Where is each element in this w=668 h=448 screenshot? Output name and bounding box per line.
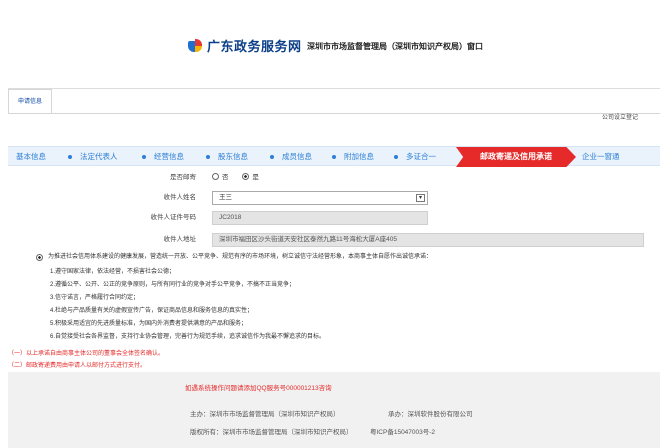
step-shareholder-info[interactable]: 股东信息 — [218, 147, 248, 167]
step-separator-dot — [394, 155, 398, 159]
form-row-mail: 是否邮寄 否 是 — [8, 168, 660, 188]
note-line: （一）以上承诺自由商事主体公司的董事会全体签名确认。 — [8, 351, 165, 357]
step-postal-credit-active[interactable]: 邮政寄递及信用承诺 — [456, 147, 576, 167]
id-label: 收件人证件号码 — [150, 214, 197, 221]
address-field[interactable]: 深圳市福田区沙头街道天安社区泰然九路11号海松大厦A座405 — [212, 233, 644, 247]
promise-item: 3.信守诺言，严格履行合同约定； — [50, 295, 140, 301]
step-basic-info[interactable]: 基本信息 — [16, 147, 46, 167]
credit-promise: 为推进社会信用体系建设的健康发展，营造统一开放、公平竞争、规范有序的市场环境，树… — [8, 252, 660, 352]
form-row-address: 收件人地址 深圳市福田区沙头街道天安社区泰然九路11号海松大厦A座405 — [8, 230, 660, 250]
address-label: 收件人地址 — [163, 236, 197, 243]
step-additional-info[interactable]: 附加信息 — [344, 147, 374, 167]
chevron-down-icon[interactable]: ▾ — [416, 194, 425, 202]
page-header: 广东政务服务网 深圳市市场监督管理局（深圳市知识产权局）窗口 — [0, 0, 668, 72]
step-business-info[interactable]: 经营信息 — [154, 147, 184, 167]
radio-no-label[interactable]: 否 — [222, 174, 229, 181]
id-field[interactable]: JC2018 — [212, 211, 428, 225]
recipient-value: 王三 — [219, 194, 232, 201]
step-member-info[interactable]: 成员信息 — [282, 147, 312, 167]
radio-yes-label[interactable]: 是 — [252, 174, 259, 181]
form-row-recipient: 收件人姓名 王三 ▾ — [8, 188, 660, 208]
step-separator-dot — [270, 155, 274, 159]
promise-item: 4.杜绝与产品质量有关的虚假宣传广告，保证商品信息和服务信息的真实性； — [50, 308, 254, 314]
footer-tech-support: 承办：深圳软件股份有限公司 — [388, 411, 473, 418]
step-separator-dot — [332, 155, 336, 159]
step-legal-rep[interactable]: 法定代表人 — [80, 147, 118, 167]
form-row-id: 收件人证件号码 JC2018 — [8, 208, 660, 228]
site-logo-icon — [188, 38, 203, 53]
footer-copyright: 版权所有：深圳市市场监督管理局（深圳市知识产权局） — [190, 429, 353, 436]
tab-application-info[interactable]: 申请信息 — [8, 89, 52, 114]
step-progress-bar: 基本信息 法定代表人 经营信息 股东信息 成员信息 附加信息 多证合一 邮政寄递… — [8, 146, 660, 167]
promise-item: 1.遵守国家法律，依法经营，不损害社会公德； — [50, 269, 176, 275]
promise-item: 2.遵循公平、公开、公正的竞争原则，与所有同行业的竞争对手公平竞争，不搞不正当竞… — [50, 282, 296, 288]
note-line: （二）邮政寄递费用由申请人以邮付方式进行支付。 — [8, 363, 147, 369]
step-one-window[interactable]: 企业一窗通 — [582, 147, 620, 167]
step-separator-dot — [206, 155, 210, 159]
page-footer: 如遇系统操作问题请添加QQ服务号000001213咨询 主办：深圳市市场监督管理… — [8, 372, 660, 448]
recipient-select[interactable]: 王三 ▾ — [212, 191, 428, 205]
site-title: 广东政务服务网 — [207, 39, 302, 54]
radio-yes[interactable] — [242, 173, 250, 180]
tab-bar: 申请信息 — [8, 88, 660, 114]
step-separator-dot — [142, 155, 146, 159]
step-multi-cert[interactable]: 多证合一 — [406, 147, 436, 167]
promise-item: 5.积极采用适宜的先进质量标准，为国内外消费者提供满意的产品和服务； — [50, 321, 248, 327]
window-title: 深圳市市场监督管理局（深圳市知识产权局）窗口 — [307, 42, 483, 51]
recipient-label: 收件人姓名 — [163, 194, 197, 201]
footer-icp[interactable]: 粤ICP备15047003号-2 — [370, 426, 435, 436]
radio-no[interactable] — [212, 173, 219, 180]
promise-intro: 为推进社会信用体系建设的健康发展，营造统一开放、公平竞争、规范有序的市场环境，树… — [48, 254, 433, 260]
page-subtitle: 公司设立登记 — [601, 115, 638, 121]
tab-divider — [8, 113, 660, 114]
mail-radio-group: 否 是 — [212, 171, 271, 185]
footer-host: 主办：深圳市市场监督管理局（深圳市知识产权局） — [190, 411, 340, 418]
footer-support-notice[interactable]: 如遇系统操作问题请添加QQ服务号000001213咨询 — [185, 382, 332, 392]
step-separator-dot — [68, 155, 72, 159]
site-logo[interactable]: 广东政务服务网 — [188, 36, 302, 55]
promise-radio[interactable] — [36, 254, 43, 261]
mail-label: 是否邮寄 — [170, 174, 196, 181]
promise-item: 6.自觉接受社会各界监督，支持行业协会管理，完善行为规范手续，追求诚信作为我最不… — [50, 334, 326, 340]
